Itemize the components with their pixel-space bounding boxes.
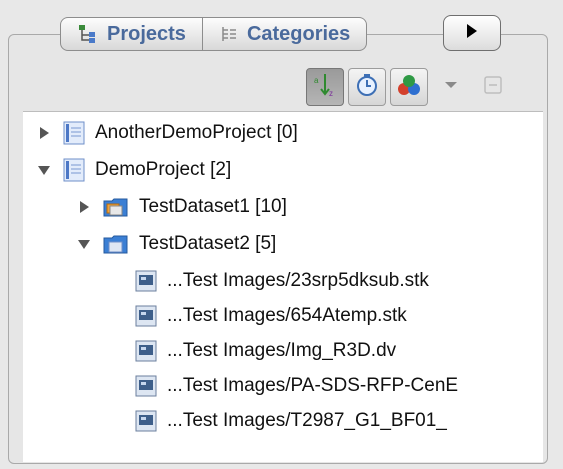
tree-node-label: ...Test Images/T2987_G1_BF01_ — [167, 410, 447, 431]
expand-panel-button[interactable] — [443, 15, 501, 51]
tree-node-image[interactable]: ...Test Images/654Atemp.stk — [135, 299, 407, 333]
tree-node-dataset[interactable]: TestDataset2 [5] — [75, 227, 276, 261]
collapse-arrow-icon[interactable] — [35, 161, 53, 179]
project-tree: AnotherDemoProject [0] DemoProject [2] T… — [23, 111, 543, 462]
tree-node-label: TestDataset2 [5] — [139, 233, 277, 254]
tree-node-label: ...Test Images/Img_R3D.dv — [167, 340, 397, 361]
recent-button[interactable] — [348, 68, 386, 106]
tree-node-project[interactable]: DemoProject [2] — [35, 153, 231, 187]
options-dropdown-button[interactable] — [432, 68, 470, 106]
expand-arrow-icon[interactable] — [75, 198, 93, 216]
sort-az-icon: a z — [311, 71, 339, 104]
tree-node-label: TestDataset1 [10] — [139, 196, 287, 217]
tree-node-label: ...Test Images/23srp5dksub.stk — [167, 270, 429, 291]
color-group-button[interactable] — [390, 68, 428, 106]
image-file-icon — [135, 270, 157, 292]
collapse-arrow-icon[interactable] — [75, 235, 93, 253]
dataset-folder-icon — [103, 233, 129, 255]
collapse-button[interactable] — [474, 68, 512, 106]
collapse-minus-icon — [483, 75, 503, 100]
tree-node-project[interactable]: AnotherDemoProject [0] — [35, 116, 298, 150]
image-file-icon — [135, 305, 157, 327]
tree-node-image[interactable]: ...Test Images/T2987_G1_BF01_ — [135, 404, 447, 438]
project-icon — [63, 121, 85, 145]
image-file-icon — [135, 340, 157, 362]
expand-arrow-icon[interactable] — [35, 124, 53, 142]
tab-categories-label: Categories — [246, 22, 351, 45]
tab-projects-label: Projects — [107, 22, 186, 45]
image-file-icon — [135, 410, 157, 432]
category-list-icon — [219, 24, 239, 44]
tab-categories[interactable]: Categories — [202, 17, 368, 51]
project-icon — [63, 158, 85, 182]
dropdown-arrow-icon — [443, 78, 459, 96]
tree-node-label: AnotherDemoProject [0] — [95, 122, 298, 143]
tree-node-image[interactable]: ...Test Images/23srp5dksub.stk — [135, 264, 429, 298]
tree-hierarchy-icon — [77, 23, 99, 45]
svg-text:a: a — [314, 76, 319, 85]
color-group-icon — [395, 71, 423, 104]
tree-node-dataset[interactable]: TestDataset1 [10] — [75, 190, 287, 224]
play-arrow-icon — [464, 22, 480, 45]
tab-projects[interactable]: Projects — [60, 17, 203, 51]
image-file-icon — [135, 375, 157, 397]
clock-icon — [353, 71, 381, 104]
tree-node-image[interactable]: ...Test Images/Img_R3D.dv — [135, 334, 396, 368]
dataset-folder-icon — [103, 196, 129, 218]
tree-node-label: DemoProject [2] — [95, 159, 232, 180]
view-tabs: Projects Categories — [60, 17, 368, 51]
tree-node-label: ...Test Images/654Atemp.stk — [167, 305, 407, 326]
sort-button[interactable]: a z — [306, 68, 344, 106]
svg-text:z: z — [329, 89, 333, 98]
tree-node-label: ...Test Images/PA-SDS-RFP-CenE — [167, 375, 459, 396]
tree-toolbar: a z — [306, 68, 512, 106]
tree-node-image[interactable]: ...Test Images/PA-SDS-RFP-CenE — [135, 369, 458, 403]
